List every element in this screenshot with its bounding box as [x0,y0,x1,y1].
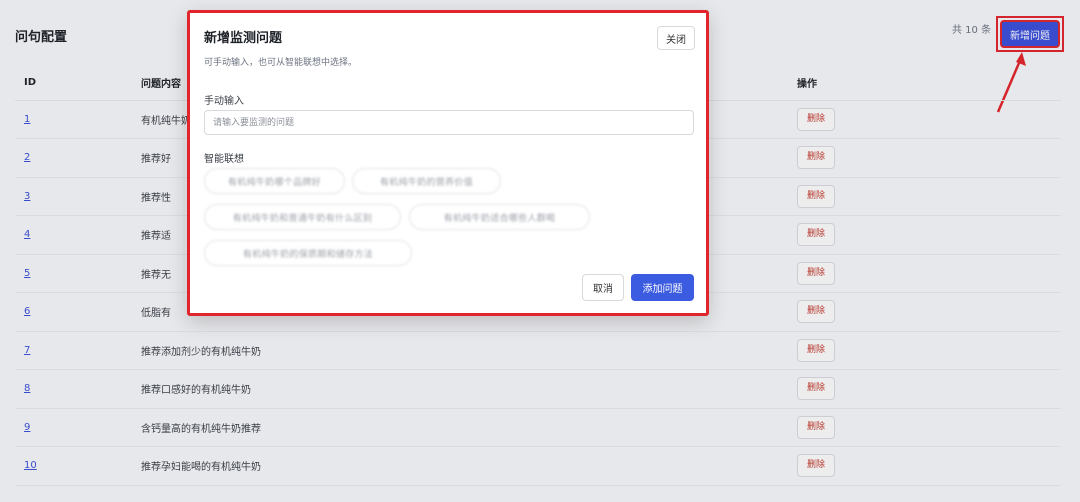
add-question-confirm-button[interactable]: 添加问题 [631,274,694,301]
suggestion-chip[interactable]: 有机纯牛奶和普通牛奶有什么区别 [204,204,401,230]
add-question-modal: 新增监测问题 关闭 可手动输入，也可从智能联想中选择。 手动输入 智能联想 有机… [187,10,709,316]
smart-suggest-label: 智能联想 [204,154,244,165]
modal-close-button[interactable]: 关闭 [657,26,695,50]
manual-input-label: 手动输入 [204,96,244,107]
manual-question-input[interactable] [204,110,694,135]
suggestion-chip[interactable]: 有机纯牛奶的保质期和储存方法 [204,240,412,266]
cancel-button[interactable]: 取消 [582,274,624,301]
modal-title: 新增监测问题 [204,31,283,46]
modal-subtitle: 可手动输入，也可从智能联想中选择。 [204,58,358,68]
suggestion-chip[interactable]: 有机纯牛奶的营养价值 [352,168,501,194]
suggestion-chip[interactable]: 有机纯牛奶适合哪些人群喝 [409,204,590,230]
suggestion-chip[interactable]: 有机纯牛奶哪个品牌好 [204,168,345,194]
